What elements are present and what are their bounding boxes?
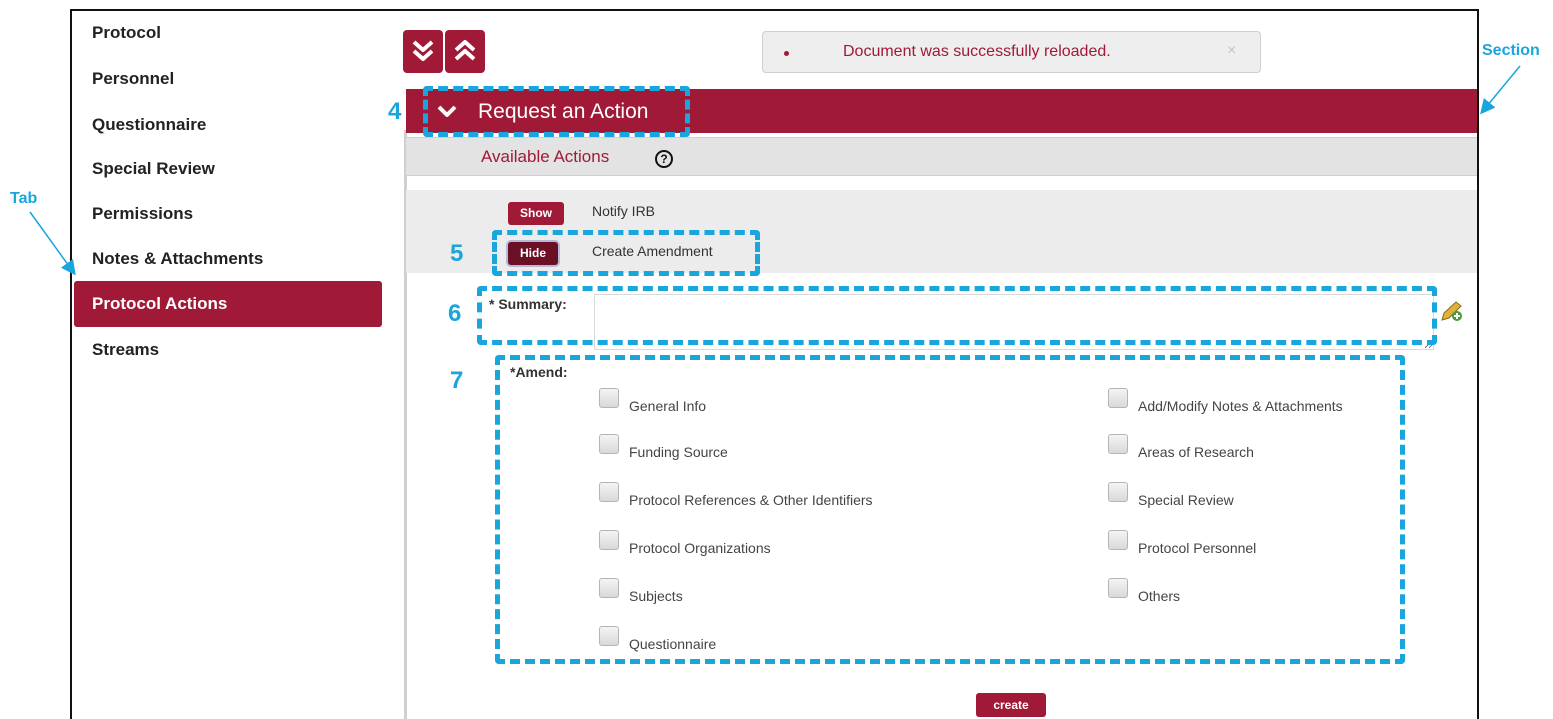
tab-arrow (29, 211, 76, 276)
section-arrow (1480, 65, 1521, 115)
annotation-arrows (29, 65, 1521, 276)
